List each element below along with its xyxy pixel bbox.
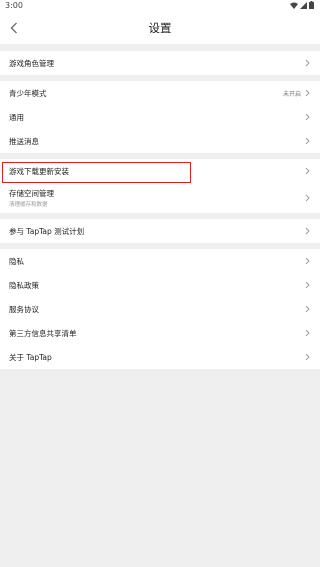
section-role: 游戏角色管理 [0,51,320,75]
chevron-right-icon [305,305,310,313]
section-privacy-about: 隐私 隐私政策 服务协议 第三方信息共享清单 关于 TapTap [0,249,320,369]
row-label: 服务协议 [9,304,39,314]
chevron-right-icon [305,194,310,202]
row-label: 通用 [9,112,24,122]
row-general[interactable]: 通用 [0,105,320,129]
chevron-right-icon [305,167,310,175]
chevron-right-icon [305,89,310,97]
row-storage-management[interactable]: 存储空间管理 清理缓存和数据 [0,183,320,213]
row-label: 青少年模式 [9,88,47,98]
chevron-right-icon [305,137,310,145]
status-icons [290,1,314,9]
chevron-right-icon [305,281,310,289]
row-taptap-test-program[interactable]: 参与 TapTap 测试计划 [0,219,320,243]
row-about-taptap[interactable]: 关于 TapTap [0,345,320,369]
status-bar: 3:00 [0,0,320,12]
row-label: 第三方信息共享清单 [9,328,77,338]
row-privacy[interactable]: 隐私 [0,249,320,273]
row-third-party-sharing-list[interactable]: 第三方信息共享清单 [0,321,320,345]
section-download-storage: 游戏下载更新安装 存储空间管理 清理缓存和数据 [0,159,320,213]
chevron-right-icon [305,353,310,361]
row-game-download-update-install[interactable]: 游戏下载更新安装 [0,159,320,183]
row-privacy-policy[interactable]: 隐私政策 [0,273,320,297]
row-label: 参与 TapTap 测试计划 [9,226,85,236]
chevron-right-icon [305,59,310,67]
row-label: 存储空间管理 [9,189,54,198]
page-title: 设置 [148,21,172,35]
status-time: 3:00 [5,1,23,10]
chevron-right-icon [305,329,310,337]
row-game-role-management[interactable]: 游戏角色管理 [0,51,320,75]
row-label: 关于 TapTap [9,352,52,362]
youth-mode-status: 未开启 [282,90,301,98]
row-youth-mode[interactable]: 青少年模式 未开启 [0,81,320,105]
chevron-right-icon [305,227,310,235]
chevron-right-icon [305,113,310,121]
chevron-right-icon [305,257,310,265]
section-test-program: 参与 TapTap 测试计划 [0,219,320,243]
back-button[interactable] [4,18,24,38]
row-push-notifications[interactable]: 推送消息 [0,129,320,153]
row-label: 推送消息 [9,136,39,146]
row-label: 隐私 [9,256,24,266]
row-label: 隐私政策 [9,280,39,290]
chevron-left-icon [10,22,17,34]
section-general: 青少年模式 未开启 通用 推送消息 [0,81,320,153]
top-bar: 设置 [0,12,320,44]
row-sublabel: 清理缓存和数据 [9,202,48,208]
wifi-icon [290,2,298,9]
row-terms-of-service[interactable]: 服务协议 [0,297,320,321]
row-label: 游戏下载更新安装 [9,166,69,176]
battery-icon [309,1,314,9]
signal-icon [300,1,307,9]
row-label: 游戏角色管理 [9,58,54,68]
